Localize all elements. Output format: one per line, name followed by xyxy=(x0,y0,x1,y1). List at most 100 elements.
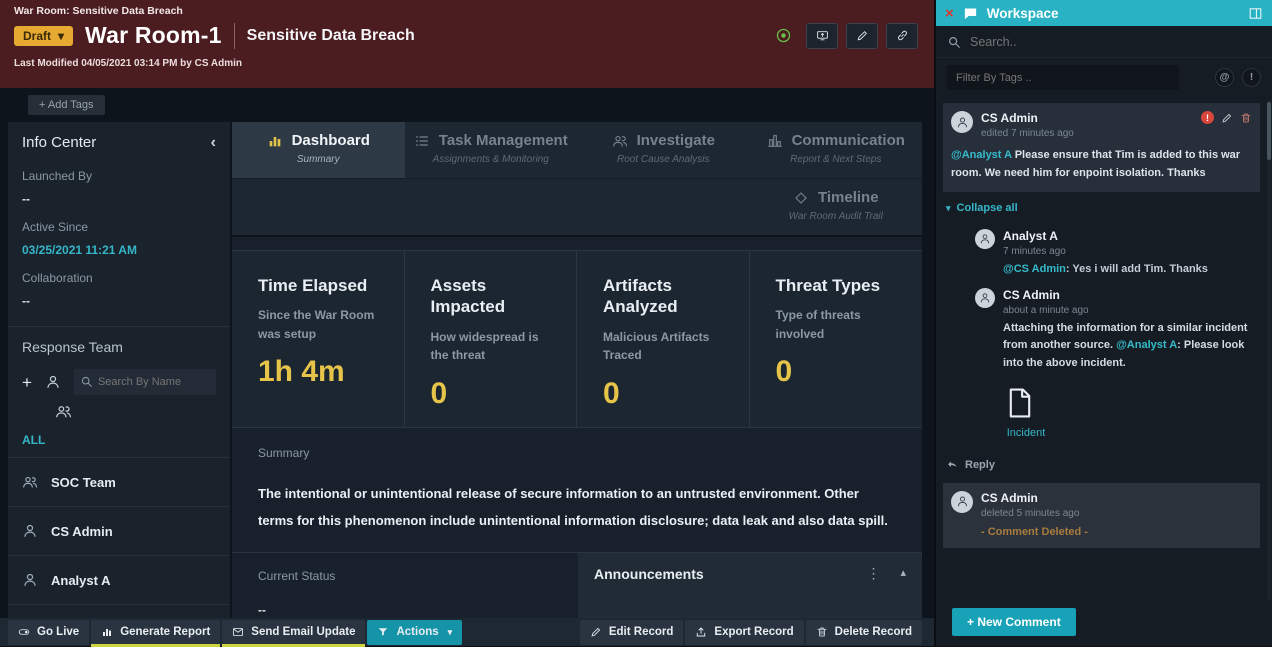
main-column: War Room: Sensitive Data Breach Draft ▾ … xyxy=(0,0,934,646)
summary-section: Summary The intentional or unintentional… xyxy=(232,428,922,535)
team-member-row[interactable]: Analyst A xyxy=(8,556,230,605)
comment-card-deleted: CS Admin deleted 5 minutes ago - Comment… xyxy=(943,483,1260,548)
close-icon[interactable]: × xyxy=(945,6,954,21)
delete-comment-icon[interactable] xyxy=(1240,112,1252,124)
tab-timeline[interactable]: Timeline War Room Audit Trail xyxy=(750,179,923,235)
comment-author: Analyst A xyxy=(1003,229,1066,243)
kebab-menu-icon[interactable]: ⋮ xyxy=(866,566,880,580)
attachment[interactable]: Incident xyxy=(1003,383,1049,439)
pencil-icon xyxy=(856,29,869,42)
user-filter-icon[interactable] xyxy=(45,374,61,390)
main-panel: Dashboard Summary Task Management Assign… xyxy=(232,122,922,618)
collapse-up-icon[interactable]: ▴ xyxy=(900,568,906,579)
go-live-button[interactable]: Go Live xyxy=(8,620,89,645)
scrollbar-track xyxy=(1267,100,1271,600)
reply-link[interactable]: Reply xyxy=(946,459,1260,471)
tab-bar-row2: Timeline War Room Audit Trail xyxy=(232,178,922,235)
page-subtitle: Sensitive Data Breach xyxy=(247,27,415,45)
copy-link-button[interactable] xyxy=(886,23,918,49)
dashboard-body: Time Elapsed Since the War Room was setu… xyxy=(232,235,922,618)
comment-card: Analyst A 7 minutes ago @CS Admin: Yes i… xyxy=(975,224,1260,283)
pencil-icon xyxy=(590,626,602,638)
scrollbar-thumb[interactable] xyxy=(1267,102,1271,160)
workspace-filter-row: @ ! xyxy=(936,58,1272,96)
workspace-search-input[interactable] xyxy=(970,35,1261,49)
info-center-panel: Info Center ‹ Launched By -- Active Sinc… xyxy=(8,122,230,618)
comment-meta: edited 7 minutes ago xyxy=(981,128,1074,139)
stat-value: 1h 4m xyxy=(258,355,380,389)
comment-card: CS Admin about a minute ago Attaching th… xyxy=(975,283,1260,443)
edit-comment-icon[interactable] xyxy=(1221,112,1233,124)
team-member-row[interactable]: CS Admin xyxy=(8,507,230,556)
comment-card: CS Admin edited 7 minutes ago ! @Analyst… xyxy=(943,103,1260,192)
mention-link[interactable]: @Analyst A xyxy=(951,149,1012,161)
comment-author: CS Admin xyxy=(981,491,1079,505)
filter-tags-input[interactable] xyxy=(947,65,1179,90)
team-filter-icon[interactable] xyxy=(55,403,72,420)
member-name: Analyst A xyxy=(51,573,110,588)
generate-report-button[interactable]: Generate Report xyxy=(91,620,220,645)
announcements-title: Announcements xyxy=(594,566,704,582)
reply-label: Reply xyxy=(965,459,995,471)
tab-dashboard[interactable]: Dashboard Summary xyxy=(232,122,405,178)
report-chart-icon xyxy=(101,626,113,638)
caret-down-icon: ▾ xyxy=(448,627,453,638)
button-label: Send Email Update xyxy=(251,626,355,638)
collapse-panel-icon[interactable]: ‹ xyxy=(211,135,216,151)
tab-task-management[interactable]: Task Management Assignments & Monitoring xyxy=(405,122,578,178)
stat-time-elapsed: Time Elapsed Since the War Room was setu… xyxy=(232,251,405,427)
button-label: Delete Record xyxy=(835,626,912,638)
current-status-value: -- xyxy=(258,603,552,617)
caret-down-icon: ▾ xyxy=(58,29,64,43)
button-label: Edit Record xyxy=(609,626,674,638)
tab-label: Task Management xyxy=(439,132,568,149)
user-icon xyxy=(22,523,38,539)
stat-value: 0 xyxy=(431,377,553,411)
current-status-section: Current Status -- xyxy=(232,553,578,618)
active-since-value: 03/25/2021 11:21 AM xyxy=(22,243,216,257)
member-name: CS Admin xyxy=(51,524,113,539)
important-icon[interactable]: ! xyxy=(1201,111,1214,124)
investigate-icon xyxy=(612,133,628,149)
alert-filter-icon[interactable]: ! xyxy=(1242,68,1261,87)
workspace-panel: × Workspace @ ! CS Admin xyxy=(934,0,1272,646)
comment-meta: 7 minutes ago xyxy=(1003,246,1066,257)
tasks-icon xyxy=(414,133,430,149)
filter-all-link[interactable]: ALL xyxy=(8,421,230,458)
go-live-toggle-icon xyxy=(18,626,30,638)
deleted-comment-text: - Comment Deleted - xyxy=(981,526,1252,538)
add-member-icon[interactable]: + xyxy=(22,374,32,391)
screen-share-button[interactable] xyxy=(806,23,838,49)
add-tags-button[interactable]: + Add Tags xyxy=(28,95,105,115)
mention-filter-icon[interactable]: @ xyxy=(1215,68,1234,87)
collapse-all-link[interactable]: ▾ Collapse all xyxy=(946,202,1260,214)
member-search-input[interactable] xyxy=(74,369,216,395)
page-title: War Room-1 xyxy=(85,22,222,49)
mention-link[interactable]: @CS Admin xyxy=(1003,263,1066,275)
edit-record-button[interactable]: Edit Record xyxy=(580,620,684,645)
title-divider xyxy=(234,23,235,49)
launched-by-value: -- xyxy=(22,192,216,206)
tab-communication[interactable]: Communication Report & Next Steps xyxy=(750,122,923,178)
link-icon xyxy=(896,29,909,42)
tags-row: + Add Tags xyxy=(0,88,934,122)
status-badge-label: Draft xyxy=(23,29,51,43)
edit-warroom-button[interactable] xyxy=(846,23,878,49)
team-member-row[interactable]: SOC Team xyxy=(8,458,230,507)
status-badge-dropdown[interactable]: Draft ▾ xyxy=(14,26,73,46)
actions-dropdown-button[interactable]: Actions ▾ xyxy=(367,620,462,645)
layout-columns-icon[interactable] xyxy=(1248,6,1263,21)
chat-icon xyxy=(963,6,978,21)
info-center-title: Info Center xyxy=(22,134,96,151)
send-email-update-button[interactable]: Send Email Update xyxy=(222,620,365,645)
delete-record-button[interactable]: Delete Record xyxy=(806,620,922,645)
stat-value: 0 xyxy=(603,377,725,411)
tab-investigate[interactable]: Investigate Root Cause Analysis xyxy=(577,122,750,178)
collaboration-label: Collaboration xyxy=(22,271,216,285)
stat-desc: Type of threats involved xyxy=(776,306,899,343)
mention-link[interactable]: @Analyst A xyxy=(1116,339,1177,351)
export-record-button[interactable]: Export Record xyxy=(685,620,803,645)
new-comment-button[interactable]: + New Comment xyxy=(952,608,1076,636)
person-icon xyxy=(979,233,991,245)
dashboard-icon xyxy=(267,133,283,149)
